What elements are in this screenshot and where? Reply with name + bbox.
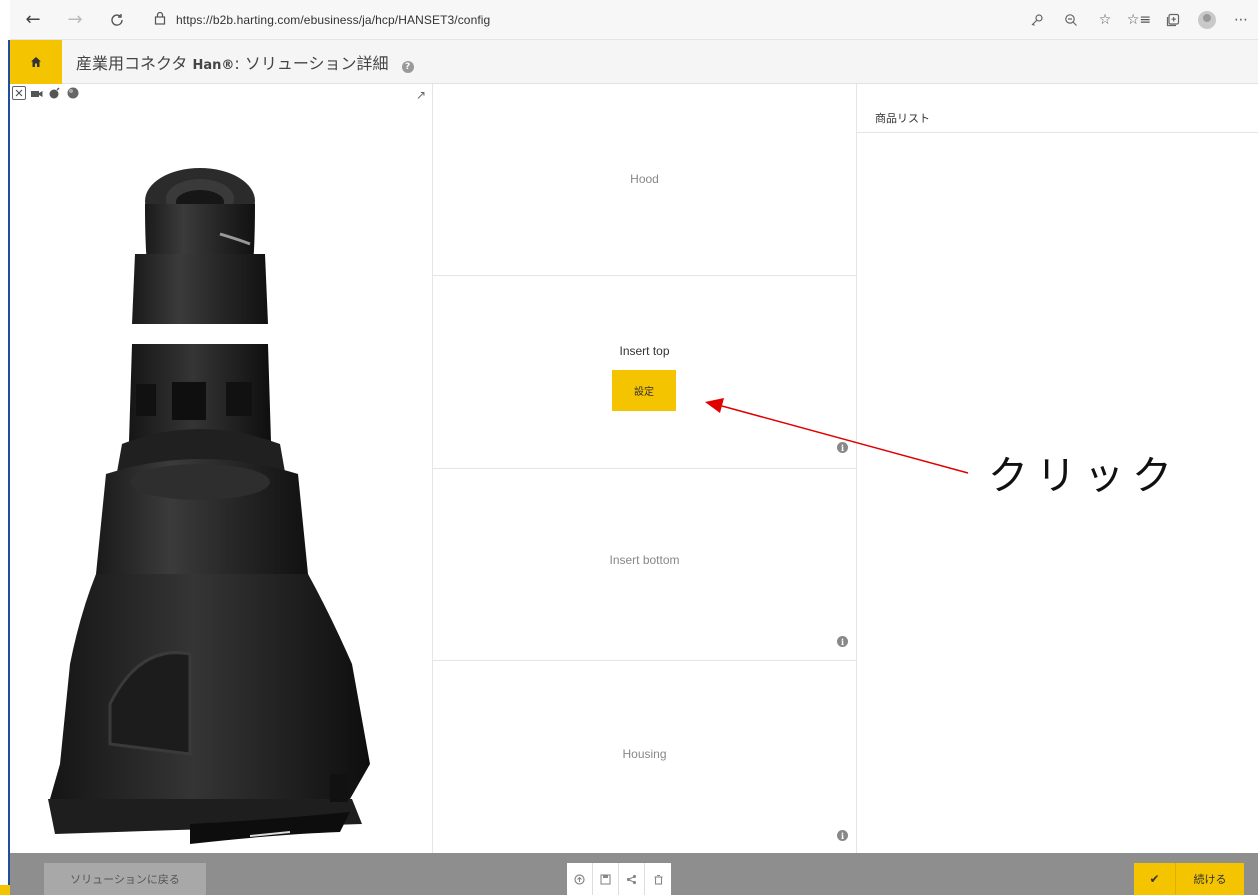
- browser-toolbar: ← → https://b2b.harting.com/ebusiness/ja…: [10, 0, 1258, 40]
- info-icon[interactable]: i: [837, 442, 848, 453]
- upload-icon[interactable]: [567, 863, 593, 895]
- continue-button[interactable]: ✔ 続ける: [1134, 863, 1244, 895]
- home-button[interactable]: [10, 39, 62, 84]
- back-to-solution-button[interactable]: ソリューションに戻る: [44, 863, 206, 895]
- slot-label: Hood: [630, 172, 659, 186]
- info-icon[interactable]: i: [837, 830, 848, 841]
- collections-icon[interactable]: [1156, 5, 1190, 35]
- slot-housing[interactable]: Housing i: [433, 661, 856, 853]
- title-prefix: 産業用コネクタ: [76, 53, 188, 73]
- profile-avatar[interactable]: [1190, 5, 1224, 35]
- address-bar[interactable]: https://b2b.harting.com/ebusiness/ja/hcp…: [176, 13, 490, 27]
- forward-arrow-icon[interactable]: →: [60, 5, 90, 35]
- camera-icon[interactable]: [30, 86, 44, 100]
- configure-button[interactable]: 設定: [612, 370, 676, 411]
- slot-label: Housing: [622, 747, 667, 761]
- 3d-viewer[interactable]: ↗: [10, 84, 433, 853]
- slot-insert-top[interactable]: Insert top 設定 i: [433, 276, 856, 469]
- continue-label: 続ける: [1193, 873, 1227, 886]
- slot-insert-bottom[interactable]: Insert bottom i: [433, 469, 856, 661]
- slot-hood[interactable]: Hood: [433, 84, 856, 276]
- home-icon: [31, 56, 41, 67]
- more-menu-icon[interactable]: ⋯: [1224, 5, 1258, 35]
- divider: [857, 132, 1258, 133]
- key-icon[interactable]: [1020, 5, 1054, 35]
- configuration-panel: Hood Insert top 設定 i Insert bottom i Hou…: [433, 84, 856, 853]
- expand-icon[interactable]: ↗: [416, 88, 426, 102]
- favorite-star-icon[interactable]: ☆: [1088, 5, 1122, 35]
- trash-icon[interactable]: [645, 863, 671, 895]
- slot-label: Insert bottom: [609, 553, 680, 567]
- screen-left-edge: [0, 0, 10, 895]
- reload-icon[interactable]: [102, 5, 132, 35]
- browser-tools: ☆ ☆≡ ⋯: [1020, 0, 1258, 40]
- back-arrow-icon[interactable]: ←: [18, 5, 48, 35]
- zoom-out-icon[interactable]: [1054, 5, 1088, 35]
- save-icon[interactable]: [593, 863, 619, 895]
- action-button-group: [567, 863, 671, 895]
- connector-3d-model: [48, 168, 370, 844]
- share-icon[interactable]: [619, 863, 645, 895]
- bomb-explode-icon[interactable]: [48, 86, 62, 100]
- title-brand: Han®: [192, 57, 235, 73]
- lock-icon[interactable]: [154, 11, 166, 29]
- info-icon[interactable]: i: [837, 636, 848, 647]
- app-header: 産業用コネクタ Han®: ソリューション詳細 ?: [10, 39, 1258, 84]
- corner-accent: [0, 885, 10, 895]
- check-icon: ✔: [1134, 863, 1176, 895]
- fit-view-icon[interactable]: [12, 86, 26, 100]
- bottom-toolbar: ソリューションに戻る ✔ 続ける: [10, 853, 1258, 895]
- viewer-toolbar: [12, 86, 80, 100]
- click-annotation-text: クリック: [988, 453, 1180, 499]
- help-icon[interactable]: ?: [401, 60, 414, 73]
- product-list-title: 商品リスト: [875, 112, 930, 125]
- favorites-list-icon[interactable]: ☆≡: [1122, 5, 1156, 35]
- sphere-render-icon[interactable]: [66, 86, 80, 100]
- slot-label: Insert top: [619, 344, 670, 358]
- page-title: 産業用コネクタ Han®: ソリューション詳細 ?: [76, 50, 414, 74]
- title-suffix: : ソリューション詳細: [234, 53, 389, 73]
